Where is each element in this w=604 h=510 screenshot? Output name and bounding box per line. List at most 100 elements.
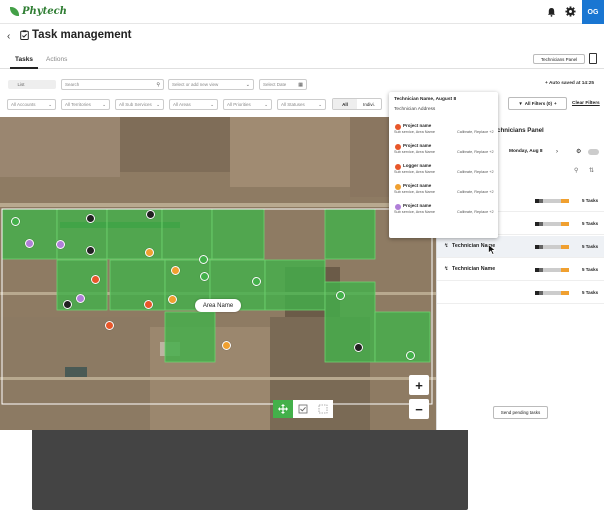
- task-subtitle: Sub service, Area Name: [394, 170, 435, 174]
- popup-task-item[interactable]: Project name Sub service, Area Name Cali…: [389, 120, 498, 139]
- segment-individual[interactable]: Indivi.: [357, 99, 381, 109]
- brand-name: Phytech: [22, 6, 67, 17]
- popup-task-item[interactable]: Project name Sub service, Area Name Cali…: [389, 180, 498, 199]
- tab-tasks[interactable]: Tasks: [10, 56, 38, 69]
- map-pin-red[interactable]: [144, 300, 153, 309]
- filter-sub-services[interactable]: All Sub Services ⌄: [115, 99, 164, 110]
- technician-icon: ↯: [444, 266, 449, 272]
- filter-accounts[interactable]: All Accounts ⌄: [7, 99, 56, 110]
- zoom-out-button[interactable]: −: [409, 399, 429, 419]
- map-pin-green[interactable]: [336, 291, 345, 300]
- filter-statuses[interactable]: All Statuses ⌄: [277, 99, 326, 110]
- area-name-label[interactable]: Area Name: [195, 299, 241, 312]
- map-pin-purple[interactable]: [76, 294, 85, 303]
- back-arrow-icon[interactable]: ‹: [7, 31, 10, 42]
- task-count: 5 Tasks: [582, 290, 599, 295]
- segment-all[interactable]: All: [333, 99, 357, 109]
- gear-icon[interactable]: [565, 6, 576, 17]
- task-actions: Calibrate, Replace +2: [457, 190, 494, 194]
- clear-filters-link[interactable]: Clear Filters: [572, 101, 600, 106]
- map-pin-orange[interactable]: [145, 248, 154, 257]
- view-select-placeholder: Select or add new view: [172, 82, 219, 87]
- date-placeholder: Select Date: [263, 82, 287, 87]
- filter-funnel-icon: ▼: [518, 101, 523, 106]
- send-pending-tasks-button[interactable]: Send pending tasks: [493, 406, 548, 419]
- map-pin-purple[interactable]: [56, 240, 65, 249]
- filter-territories-label: All Territories: [65, 102, 91, 107]
- area-select-tool-button[interactable]: [313, 400, 333, 418]
- map-view[interactable]: Area Name + −: [0, 117, 436, 430]
- map-pin-orange[interactable]: [222, 341, 231, 350]
- page-title-text: Task management: [32, 29, 132, 41]
- document-icon[interactable]: [589, 53, 597, 64]
- task-actions: Calibrate, Replace +2: [457, 170, 494, 174]
- map-pin-black[interactable]: [63, 300, 72, 309]
- map-pin-orange[interactable]: [168, 295, 177, 304]
- task-title: Project name: [403, 143, 432, 148]
- map-pin-black[interactable]: [86, 214, 95, 223]
- technicians-panel-button[interactable]: Technicians Panel: [533, 54, 585, 64]
- map-pin-green[interactable]: [200, 272, 209, 281]
- task-progress-bar: [535, 291, 569, 295]
- technician-row-selected[interactable]: ↯ Technician Name 5 Tasks: [437, 236, 604, 258]
- technicians-panel-title: chnicians Panel: [497, 127, 544, 134]
- zoom-in-button[interactable]: +: [409, 375, 429, 395]
- avatar[interactable]: OG: [582, 0, 604, 24]
- map-pin-green[interactable]: [199, 255, 208, 264]
- tab-actions[interactable]: Actions: [46, 56, 67, 63]
- filter-areas[interactable]: All Areas ⌄: [169, 99, 218, 110]
- map-pin-red[interactable]: [105, 321, 114, 330]
- map-pin-orange[interactable]: [171, 266, 180, 275]
- satellite-map[interactable]: [0, 117, 436, 430]
- filter-territories[interactable]: All Territories ⌄: [61, 99, 110, 110]
- popup-task-item[interactable]: Logger name Sub service, Area Name Calib…: [389, 160, 498, 179]
- date-field[interactable]: Select Date ▦: [259, 79, 307, 90]
- task-title: Logger name: [403, 163, 432, 168]
- select-tool-button[interactable]: [293, 400, 313, 418]
- task-title: Project name: [403, 123, 432, 128]
- map-pin-black[interactable]: [86, 246, 95, 255]
- map-pin-green[interactable]: [406, 351, 415, 360]
- search-input[interactable]: Search ⚲: [61, 79, 164, 90]
- map-pin-green[interactable]: [11, 217, 20, 226]
- map-pin-black[interactable]: [146, 210, 155, 219]
- move-tool-button[interactable]: [273, 400, 293, 418]
- brand-logo[interactable]: Phytech: [10, 6, 67, 17]
- task-subtitle: Sub service, Area Name: [394, 210, 435, 214]
- filter-priorities-label: All Priorities: [227, 102, 251, 107]
- filter-sub-services-label: All Sub Services: [119, 102, 152, 107]
- popup-technician-address: Technician Address: [394, 107, 436, 112]
- task-progress-bar: [535, 199, 569, 203]
- filter-accounts-label: All Accounts: [11, 102, 36, 107]
- technician-icon: ↯: [444, 243, 449, 249]
- technician-row[interactable]: ↯ Technician Name 5 Tasks: [437, 259, 604, 281]
- search-icon[interactable]: ⚲: [574, 167, 578, 174]
- calendar-icon: ▦: [298, 82, 303, 88]
- mouse-cursor-icon: [488, 244, 496, 255]
- technician-icon[interactable]: ⚙: [576, 148, 581, 155]
- view-select[interactable]: Select or add new view ⌄: [168, 79, 254, 90]
- filter-priorities[interactable]: All Priorities ⌄: [223, 99, 272, 110]
- plus-icon: +: [554, 101, 557, 106]
- task-count: 5 Tasks: [582, 198, 599, 203]
- map-pin-purple[interactable]: [25, 239, 34, 248]
- technician-name: Technician Name: [452, 266, 496, 272]
- task-count: 5 Tasks: [582, 244, 599, 249]
- chevron-right-icon[interactable]: ›: [556, 149, 558, 155]
- popup-task-item[interactable]: Project name Sub service, Area Name Cali…: [389, 140, 498, 159]
- map-pin-black[interactable]: [354, 343, 363, 352]
- panel-date: Monday, Aug 8: [509, 149, 543, 154]
- sort-icon[interactable]: ⇅: [589, 167, 594, 174]
- map-pin-green[interactable]: [252, 277, 261, 286]
- task-count: 5 Tasks: [582, 267, 599, 272]
- technician-row[interactable]: 5 Tasks: [437, 282, 604, 304]
- all-filters-button[interactable]: ▼ All Filters (0) +: [508, 97, 567, 110]
- list-view-button[interactable]: List: [10, 80, 32, 89]
- task-actions: Calibrate, Replace +2: [457, 130, 494, 134]
- popup-task-item[interactable]: Project name Sub service, Area Name Cali…: [389, 200, 498, 219]
- technician-tasks-popup: Technician Name, August 8 Technician Add…: [389, 92, 498, 238]
- panel-toggle-switch[interactable]: [588, 149, 599, 155]
- bell-icon[interactable]: [547, 7, 556, 17]
- map-pin-red[interactable]: [91, 275, 100, 284]
- chevron-down-icon: ⌄: [264, 102, 268, 107]
